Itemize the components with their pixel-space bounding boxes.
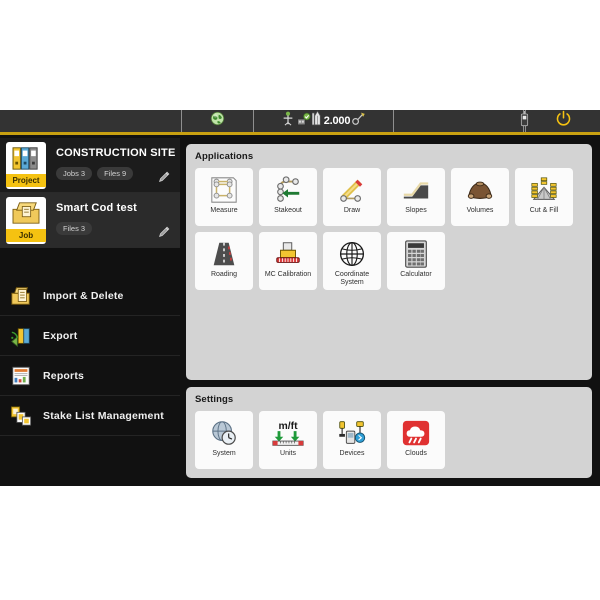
job-title: Smart Cod test	[56, 202, 138, 214]
precision-value: 2.000	[323, 115, 351, 127]
app-tile-draw[interactable]: Draw	[323, 168, 381, 226]
settings-tile-system[interactable]: System	[195, 411, 253, 469]
job-tag-label: Job	[6, 229, 46, 242]
precision-ruler-icon	[311, 110, 323, 132]
applications-panel: Applications Measure Stakeout Draw Slope…	[186, 144, 592, 380]
project-badge-files: Files 9	[97, 167, 134, 180]
sidebar-item-import-delete[interactable]: Import & Delete	[0, 276, 180, 316]
draw-icon	[337, 173, 367, 206]
job-edit-pencil-icon[interactable]	[157, 225, 171, 239]
settings-tile-units[interactable]: m/ft Units	[259, 411, 317, 469]
toolbar-status-group[interactable]: 2.000	[254, 110, 394, 132]
toolbar-empty-mid	[394, 110, 524, 132]
reports-icon	[10, 365, 32, 387]
project-title: CONSTRUCTION SITE	[56, 147, 176, 159]
settings-label: Units	[280, 450, 296, 457]
app-label: Coordinate System	[334, 271, 370, 286]
sidebar-card-project[interactable]: Project CONSTRUCTION SITE Jobs 3 Files 9	[0, 138, 180, 193]
roading-icon	[209, 237, 239, 270]
sidebar: Project CONSTRUCTION SITE Jobs 3 Files 9	[0, 138, 180, 486]
coordinate-system-icon	[338, 237, 366, 270]
applications-grid: Measure Stakeout Draw Slopes Volumes Cut…	[195, 168, 583, 290]
app-label: Calculator	[400, 271, 432, 278]
settings-title: Settings	[195, 394, 234, 405]
devices-icon	[336, 416, 368, 449]
settings-label: Clouds	[405, 450, 427, 457]
app-tile-slopes[interactable]: Slopes	[387, 168, 445, 226]
import-delete-icon	[10, 285, 32, 307]
export-icon	[10, 325, 32, 347]
top-toolbar: 2.000	[0, 110, 600, 135]
app-tile-cut-fill[interactable]: Cut & Fill	[515, 168, 573, 226]
app-tile-coordinate-system[interactable]: Coordinate System	[323, 232, 381, 290]
app-tile-mc-calibration[interactable]: MC Calibration	[259, 232, 317, 290]
app-label: Roading	[210, 271, 238, 278]
sidebar-item-export[interactable]: Export	[0, 316, 180, 356]
main-body: Project CONSTRUCTION SITE Jobs 3 Files 9	[0, 138, 600, 486]
project-edit-pencil-icon[interactable]	[157, 170, 171, 184]
clouds-icon	[401, 416, 431, 449]
toolbar-globe-button[interactable]	[182, 110, 254, 132]
app-label: Cut & Fill	[529, 207, 559, 214]
globe-icon	[210, 111, 225, 131]
mc-calibration-icon	[273, 237, 303, 270]
app-label: Draw	[343, 207, 361, 214]
settings-tile-devices[interactable]: Devices	[323, 411, 381, 469]
app-label: Measure	[210, 207, 238, 214]
stake-list-icon	[10, 405, 32, 427]
units-icon: m/ft	[270, 416, 306, 449]
settings-tile-clouds[interactable]: Clouds	[387, 411, 445, 469]
stakeout-icon	[273, 173, 303, 206]
system-globe-clock-icon	[209, 416, 239, 449]
cut-fill-icon	[529, 173, 559, 206]
calculator-icon	[403, 237, 429, 270]
svg-text:m/ft: m/ft	[278, 421, 298, 432]
app-tile-measure[interactable]: Measure	[195, 168, 253, 226]
job-folder-icon	[11, 197, 41, 229]
app-label: MC Calibration	[264, 271, 312, 278]
settings-label: System	[212, 450, 236, 457]
volumes-icon	[465, 173, 495, 206]
sidebar-item-label: Reports	[43, 369, 85, 382]
applications-title: Applications	[195, 151, 254, 162]
settings-panel: Settings System m/ft Units Devices Cloud…	[186, 387, 592, 478]
gnss-rover-icon	[281, 111, 295, 132]
binders-icon	[10, 142, 42, 174]
job-tile: Job	[6, 197, 46, 244]
toolbar-power-button[interactable]	[526, 110, 600, 132]
app-tile-roading[interactable]: Roading	[195, 232, 253, 290]
app-tile-stakeout[interactable]: Stakeout	[259, 168, 317, 226]
base-station-icon	[296, 111, 311, 132]
app-label: Slopes	[405, 207, 427, 214]
sidebar-item-reports[interactable]: Reports	[0, 356, 180, 396]
sidebar-menu: Import & Delete Export Reports Stake Lis…	[0, 276, 180, 436]
device-screen: 2.000 Project CONSTRUCTION SITE Jobs 3 F…	[0, 110, 600, 486]
toolbar-empty-left	[0, 110, 182, 132]
settings-grid: System m/ft Units Devices Clouds	[195, 411, 583, 469]
measure-icon	[209, 173, 239, 206]
settings-label: Devices	[339, 450, 365, 457]
sidebar-item-label: Import & Delete	[43, 289, 124, 302]
sidebar-item-stake-list-management[interactable]: Stake List Management	[0, 396, 180, 436]
sidebar-item-label: Export	[43, 329, 78, 342]
project-badge-jobs: Jobs 3	[56, 167, 93, 180]
content-area: Applications Measure Stakeout Draw Slope…	[180, 138, 600, 486]
target-pole-icon	[351, 111, 366, 131]
job-badge-files: Files 3	[56, 222, 93, 235]
sidebar-item-label: Stake List Management	[43, 409, 164, 422]
power-icon	[555, 110, 572, 132]
project-tag-label: Project	[6, 174, 46, 187]
app-label: Volumes	[466, 207, 494, 214]
slopes-icon	[401, 173, 431, 206]
app-label: Stakeout	[274, 207, 302, 214]
sidebar-card-job[interactable]: Job Smart Cod test Files 3	[0, 193, 180, 248]
app-tile-calculator[interactable]: Calculator	[387, 232, 445, 290]
app-tile-volumes[interactable]: Volumes	[451, 168, 509, 226]
project-tile: Project	[6, 142, 46, 189]
